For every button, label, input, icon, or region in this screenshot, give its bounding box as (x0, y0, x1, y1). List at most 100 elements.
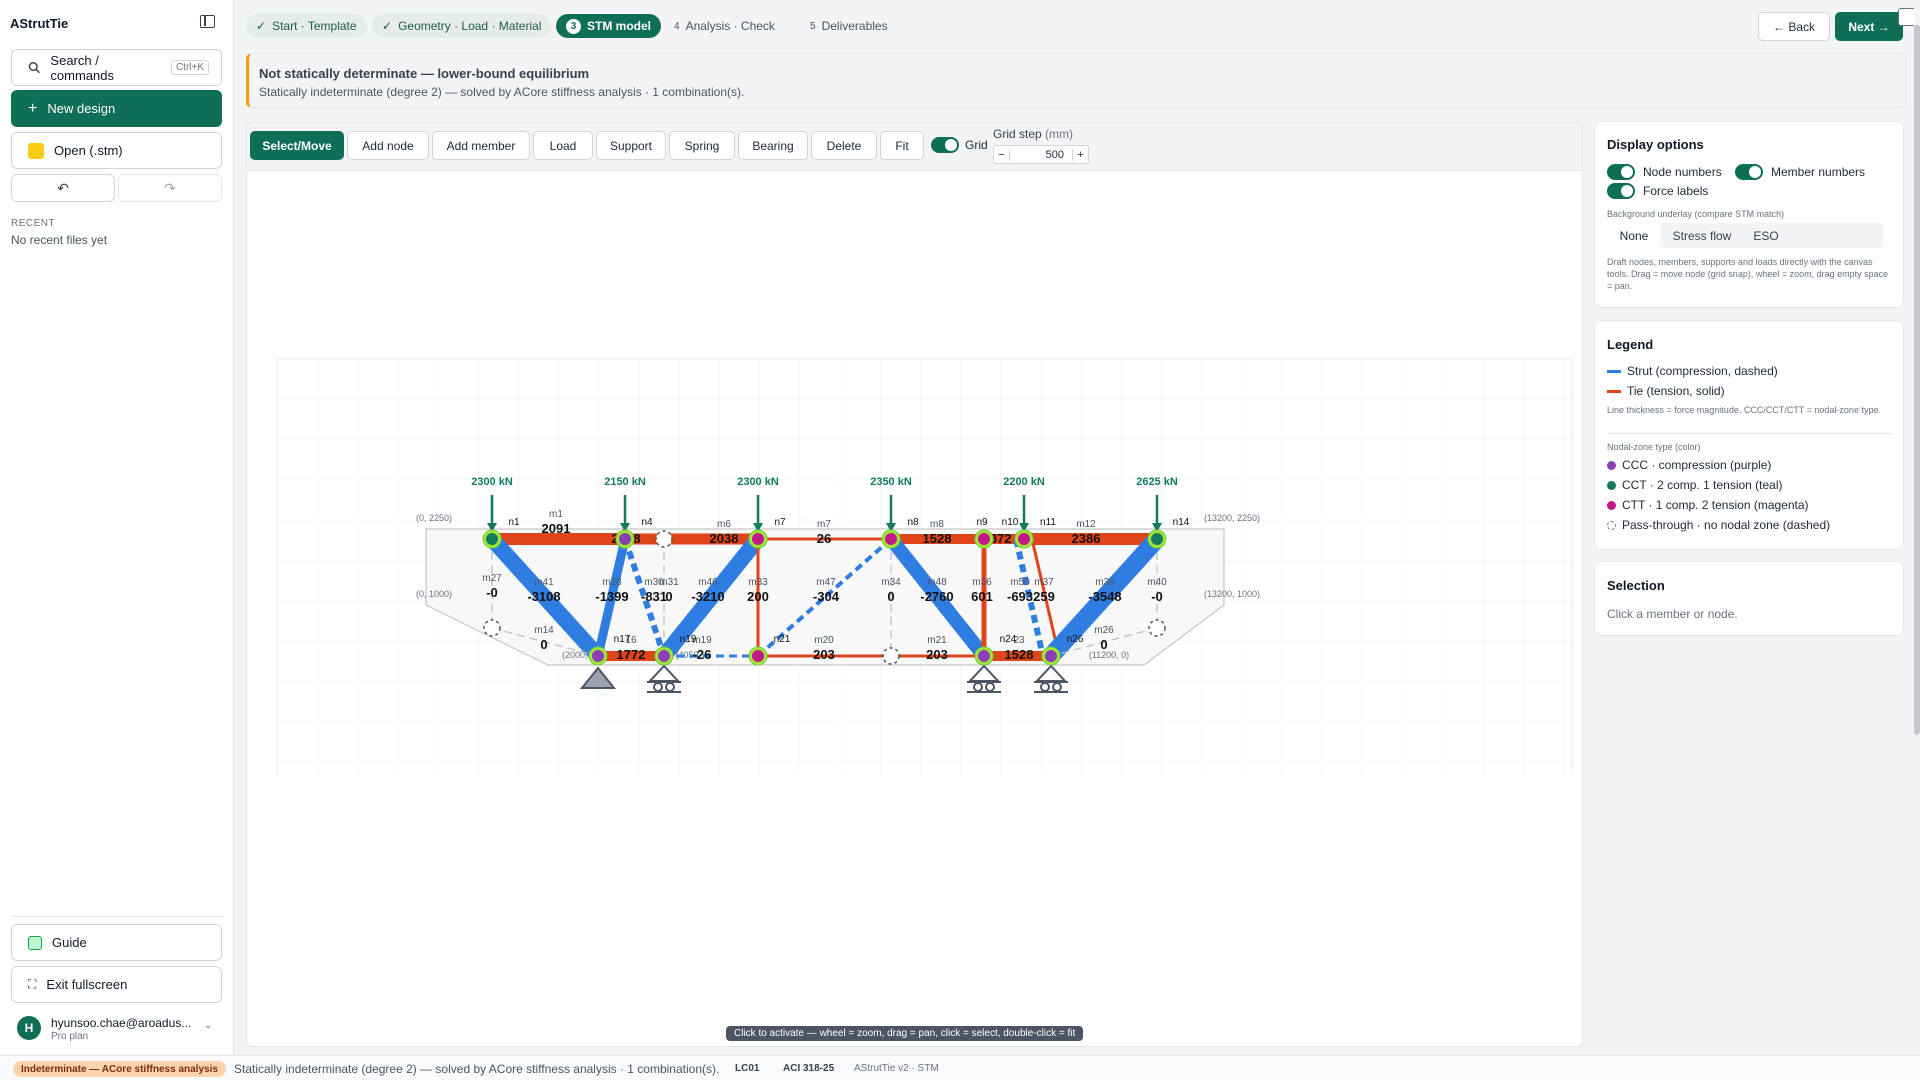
member-number-label[interactable]: m26 (1094, 625, 1114, 636)
scrollbar-thumb[interactable] (1914, 25, 1920, 735)
tool-fit[interactable]: Fit (880, 131, 924, 160)
step-label: Deliverables (821, 19, 888, 33)
node-number-label[interactable]: n8 (907, 517, 919, 528)
node-n9[interactable] (978, 533, 990, 545)
back-button[interactable]: ← Back (1758, 12, 1830, 41)
node-number-label[interactable]: n17 (614, 634, 631, 645)
scrollbar[interactable] (1914, 0, 1920, 1055)
grid-toggle[interactable]: Grid (931, 137, 988, 153)
node-number-label[interactable]: n9 (976, 517, 988, 528)
tool-load[interactable]: Load (533, 131, 593, 160)
node-n11[interactable] (1018, 533, 1030, 545)
member-number-label[interactable]: m47 (816, 577, 836, 588)
tool-add-node[interactable]: Add node (347, 131, 429, 160)
node-n14[interactable] (1151, 533, 1163, 545)
stm-canvas[interactable]: (0, 2250)(0, 1000)(2000, 0) (4050(13200, … (274, 355, 1594, 775)
member-number-label[interactable]: m12 (1076, 519, 1096, 530)
node-pass-through[interactable] (483, 619, 501, 637)
member-number-label[interactable]: m39 (1095, 577, 1115, 588)
step-analysis[interactable]: 4 Analysis · Check (664, 14, 785, 38)
member-number-label[interactable]: m33 (748, 577, 768, 588)
step-deliverables[interactable]: 5 Deliverables (800, 14, 898, 38)
decrement-button[interactable]: − (994, 148, 1010, 161)
node-n24[interactable] (978, 650, 990, 662)
member-number-label[interactable]: m8 (930, 519, 944, 530)
underlay-stress-flow[interactable]: Stress flow (1661, 223, 1743, 248)
underlay-none[interactable]: None (1607, 223, 1661, 248)
member-number-label[interactable]: m14 (534, 625, 554, 636)
member-number-label[interactable]: m1 (549, 509, 563, 520)
tool-add-member[interactable]: Add member (432, 131, 530, 160)
node-number-label[interactable]: n26 (1067, 634, 1084, 645)
node-n21[interactable] (752, 650, 764, 662)
step-start[interactable]: ✓ Start · Template (246, 14, 367, 38)
member-number-label[interactable]: m50 (1010, 577, 1030, 588)
member-number-label[interactable]: m48 (927, 577, 947, 588)
member-number-label[interactable]: m21 (927, 635, 947, 646)
member-number-label[interactable]: m46 (698, 577, 718, 588)
tool-spring[interactable]: Spring (669, 131, 735, 160)
collapse-sidebar-icon[interactable] (200, 15, 215, 28)
member-number-label[interactable]: m7 (817, 519, 831, 530)
underlay-eso[interactable]: ESO (1743, 223, 1789, 248)
exit-fullscreen-button[interactable]: ⛶ Exit fullscreen (11, 966, 222, 1003)
member-number-label[interactable]: m27 (482, 573, 502, 584)
node-n19[interactable] (658, 650, 670, 662)
step-stm-model[interactable]: 3 STM model (556, 14, 662, 38)
toggle-switch[interactable] (1607, 183, 1635, 199)
undo-button[interactable]: ↶ (11, 174, 115, 202)
node-n26[interactable] (1045, 650, 1057, 662)
node-number-label[interactable]: n24 (1000, 634, 1017, 645)
step-label: Analysis · Check (685, 19, 775, 33)
tool-select-move[interactable]: Select/Move (250, 131, 344, 160)
user-menu[interactable]: H hyunsoo.chae@aroadus... Pro plan ⌄ (11, 1012, 222, 1050)
open-file-button[interactable]: Open (.stm) (11, 132, 222, 169)
member-number-label[interactable]: m34 (881, 577, 901, 588)
node-number-label[interactable]: n21 (774, 634, 791, 645)
toggle-switch[interactable] (1607, 164, 1635, 180)
member-number-label[interactable]: m40 (1147, 577, 1167, 588)
node-n8[interactable] (885, 533, 897, 545)
grid-step-stepper[interactable]: − 500 + (993, 145, 1089, 164)
node-pass-through[interactable] (882, 647, 900, 665)
member-number-label[interactable]: m28 (602, 577, 622, 588)
node-n7[interactable] (752, 533, 764, 545)
step-geometry[interactable]: ✓ Geometry · Load · Material (372, 14, 552, 38)
node-number-label[interactable]: n14 (1173, 517, 1190, 528)
banner-text: Statically indeterminate (degree 2) — so… (259, 85, 745, 99)
node-pass-through[interactable] (655, 530, 673, 548)
search-button[interactable]: Search / commands Ctrl+K (11, 49, 222, 86)
node-n4[interactable] (619, 533, 631, 545)
redo-button[interactable]: ↷ (118, 174, 222, 202)
node-numbers-toggle[interactable]: Node numbers (1607, 164, 1722, 180)
guide-button[interactable]: Guide (11, 924, 222, 961)
member-number-label[interactable]: m37 (1034, 577, 1054, 588)
tool-bearing[interactable]: Bearing (738, 131, 808, 160)
node-number-label[interactable]: n11 (1040, 517, 1056, 528)
node-number-label[interactable]: n4 (641, 517, 653, 528)
node-number-label[interactable]: n10 (1002, 517, 1019, 528)
member-number-label[interactable]: m6 (717, 519, 731, 530)
node-n17[interactable] (592, 650, 604, 662)
force-labels-toggle[interactable]: Force labels (1607, 183, 1708, 199)
member-number-label[interactable]: m20 (814, 635, 834, 646)
member-number-label[interactable]: m36 (972, 577, 992, 588)
member-number-label[interactable]: m31 (659, 577, 679, 588)
member-numbers-toggle[interactable]: Member numbers (1735, 164, 1865, 180)
grid-step-input[interactable]: 500 (1010, 149, 1072, 161)
node-pass-through[interactable] (1148, 619, 1166, 637)
node-number-label[interactable]: n19 (680, 634, 697, 645)
legend-title: Legend (1607, 337, 1654, 352)
node-number-label[interactable]: n1 (508, 517, 520, 528)
ctt-dot (1607, 500, 1616, 510)
node-number-label[interactable]: n7 (774, 517, 786, 528)
new-design-button[interactable]: + New design (11, 90, 222, 127)
grid-toggle-switch[interactable] (931, 137, 959, 153)
member-number-label[interactable]: m41 (534, 577, 554, 588)
node-n1[interactable] (486, 533, 498, 545)
toggle-switch[interactable] (1735, 164, 1763, 180)
increment-button[interactable]: + (1072, 148, 1088, 161)
next-button[interactable]: Next → (1835, 12, 1903, 41)
tool-delete[interactable]: Delete (811, 131, 877, 160)
tool-support[interactable]: Support (596, 131, 666, 160)
